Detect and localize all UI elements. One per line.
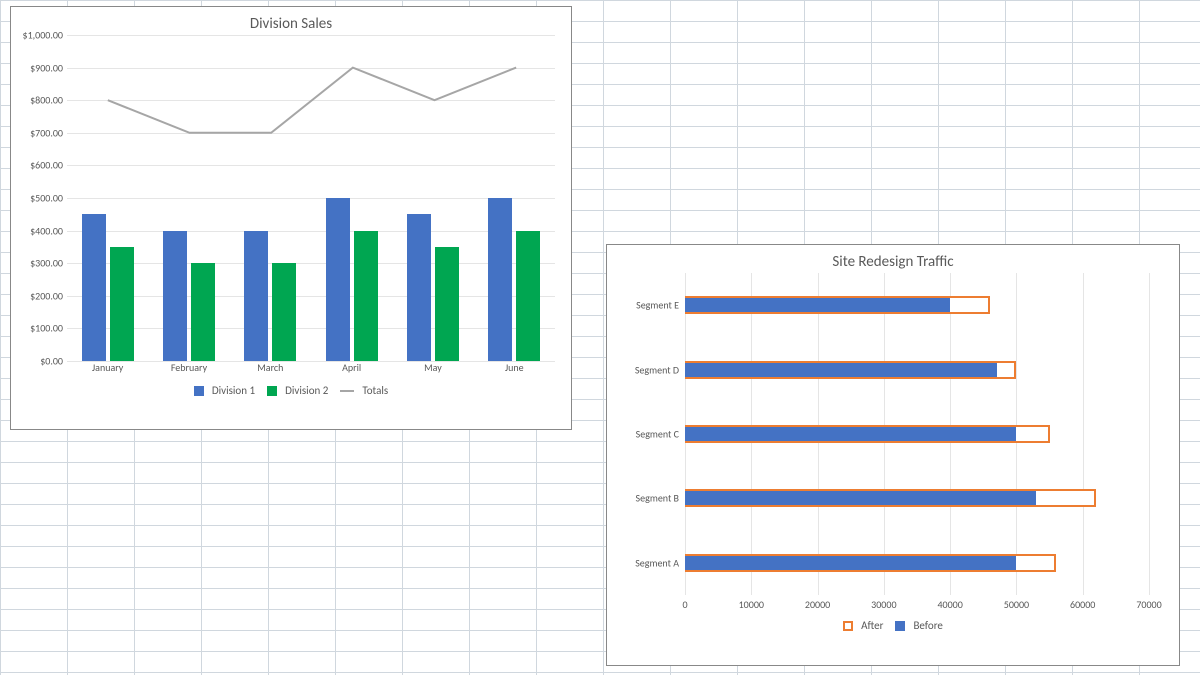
y-axis-tick: $700.00 xyxy=(30,126,63,139)
x-axis-category: February xyxy=(148,361,229,379)
y-axis-category: Segment B xyxy=(623,492,679,505)
y-axis-tick: $100.00 xyxy=(30,322,63,335)
x-axis-tick: 50000 xyxy=(1004,598,1029,611)
bar-before xyxy=(685,491,1036,505)
y-axis-tick: $400.00 xyxy=(30,224,63,237)
x-axis-category: June xyxy=(474,361,555,379)
chart-legend: After Before xyxy=(607,615,1179,640)
y-axis-tick: $600.00 xyxy=(30,159,63,172)
x-axis-tick: 30000 xyxy=(871,598,896,611)
x-axis-tick: 60000 xyxy=(1070,598,1095,611)
x-axis-tick: 70000 xyxy=(1136,598,1161,611)
x-axis-tick: 40000 xyxy=(937,598,962,611)
y-axis-tick: $1,000.00 xyxy=(23,29,64,42)
legend-label: Division 2 xyxy=(285,384,328,397)
x-axis-category: May xyxy=(392,361,473,379)
legend-swatch-icon xyxy=(267,386,277,396)
legend-swatch-icon xyxy=(843,621,853,631)
bar-before xyxy=(685,363,997,377)
site-redesign-traffic-chart[interactable]: Site Redesign Traffic 0 10000 20000 30000 40… xyxy=(606,244,1180,666)
chart-title: Site Redesign Traffic xyxy=(607,245,1179,273)
y-axis-tick: $300.00 xyxy=(30,257,63,270)
division-sales-chart[interactable]: Division Sales $0.00 $100.00 $200.00 $300.0… xyxy=(10,6,572,430)
legend-label: Division 1 xyxy=(212,384,255,397)
legend-label: Before xyxy=(913,619,942,632)
legend-swatch-icon xyxy=(194,386,204,396)
y-axis-category: Segment A xyxy=(623,556,679,569)
y-axis-tick: $800.00 xyxy=(30,94,63,107)
chart-legend: Division 1 Division 2 Totals xyxy=(11,380,571,405)
x-axis-category: April xyxy=(311,361,392,379)
bar-before xyxy=(685,298,950,312)
bar-before xyxy=(685,427,1016,441)
chart-plot-area: $0.00 $100.00 $200.00 $300.00 $400.00 $500.00… xyxy=(19,35,563,380)
legend-item: Before xyxy=(895,619,942,632)
y-axis-category: Segment D xyxy=(623,363,679,376)
y-axis-tick: $0.00 xyxy=(40,355,63,368)
x-axis-tick: 0 xyxy=(682,598,687,611)
y-axis-category: Segment E xyxy=(623,299,679,312)
chart-plot-area: 0 10000 20000 30000 40000 50000 60000 70000 Segm… xyxy=(615,273,1171,615)
y-axis-tick: $500.00 xyxy=(30,192,63,205)
legend-item: After xyxy=(843,619,883,632)
y-axis-tick: $900.00 xyxy=(30,61,63,74)
y-axis-category: Segment C xyxy=(623,428,679,441)
x-axis-tick: 20000 xyxy=(805,598,830,611)
legend-swatch-icon xyxy=(895,621,905,631)
legend-item: Division 1 xyxy=(194,384,255,397)
legend-item: Division 2 xyxy=(267,384,328,397)
x-axis-category: January xyxy=(67,361,148,379)
chart-title: Division Sales xyxy=(11,7,571,35)
legend-label: After xyxy=(861,619,883,632)
x-axis-tick: 10000 xyxy=(739,598,764,611)
legend-item: Totals xyxy=(340,384,388,397)
legend-swatch-icon xyxy=(340,390,354,392)
spreadsheet-canvas[interactable]: Division Sales $0.00 $100.00 $200.00 $300.0… xyxy=(0,0,1200,675)
y-axis-tick: $200.00 xyxy=(30,289,63,302)
legend-label: Totals xyxy=(362,384,388,397)
bar-before xyxy=(685,556,1016,570)
x-axis-category: March xyxy=(230,361,311,379)
